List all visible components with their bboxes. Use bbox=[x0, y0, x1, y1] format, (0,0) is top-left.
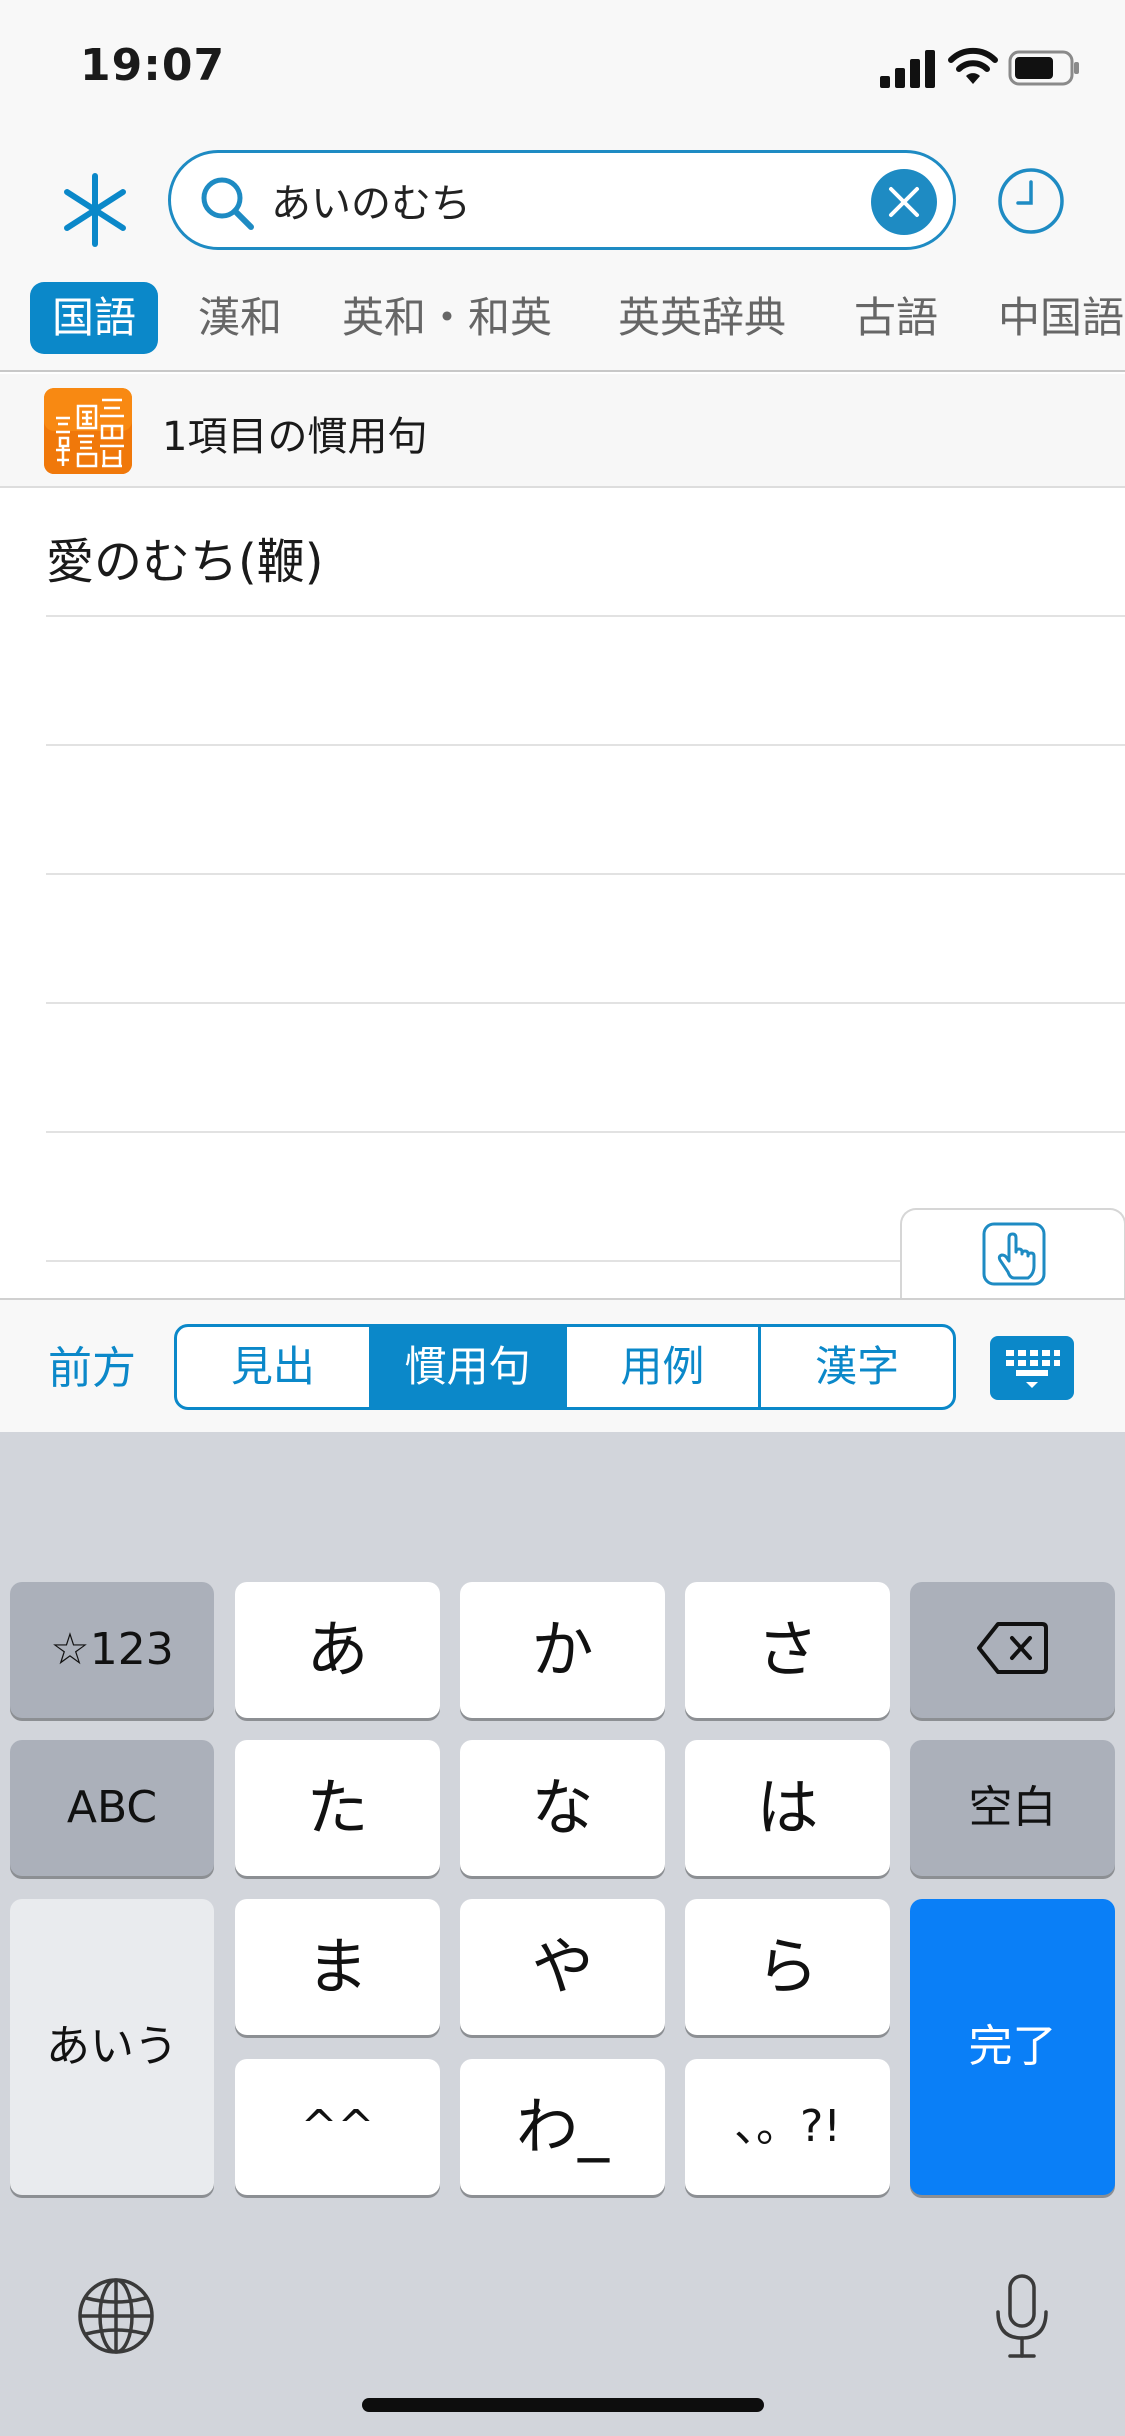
empty-row bbox=[46, 617, 1125, 746]
kana-key-ta[interactable]: た bbox=[235, 1740, 440, 1876]
tab-kogo[interactable]: 古語 bbox=[854, 282, 938, 354]
search-box[interactable] bbox=[168, 150, 956, 250]
empty-row bbox=[46, 875, 1125, 1004]
backspace-key[interactable] bbox=[910, 1582, 1115, 1718]
status-bar: 19:07 bbox=[0, 0, 1125, 130]
done-key[interactable]: 完了 bbox=[910, 1899, 1115, 2195]
backspace-icon bbox=[976, 1622, 1048, 1674]
result-header: 1項目の慣用句 bbox=[0, 374, 1125, 488]
mode-yourei[interactable]: 用例 bbox=[567, 1327, 762, 1407]
tab-kokugo[interactable]: 国語 bbox=[30, 282, 159, 354]
abc-key[interactable]: ABC bbox=[10, 1740, 214, 1876]
status-time: 19:07 bbox=[80, 40, 226, 91]
keyboard-icon bbox=[1006, 1350, 1060, 1388]
tab-kanwa[interactable]: 漢和 bbox=[198, 282, 282, 354]
kana-key-a[interactable]: あ bbox=[235, 1582, 440, 1718]
forward-match-button[interactable]: 前方 bbox=[48, 1332, 136, 1396]
kana-key-na[interactable]: な bbox=[460, 1740, 665, 1876]
result-text: 愛のむち(鞭) bbox=[46, 534, 324, 590]
search-input[interactable] bbox=[271, 167, 831, 233]
cellular-signal-icon bbox=[880, 50, 935, 88]
hand-pointer-icon bbox=[982, 1222, 1046, 1286]
dictionary-tabs: 国語 漢和 英和・和英 英英辞典 古語 中国語 bbox=[0, 270, 1125, 372]
result-list: 愛のむち(鞭) bbox=[0, 488, 1125, 1298]
kana-key-wa[interactable]: わ_ bbox=[460, 2059, 665, 2195]
kana-key-ya[interactable]: や bbox=[460, 1899, 665, 2035]
sanseido-dictionary-logo bbox=[44, 388, 132, 474]
kana-key-modifier[interactable]: ^^ bbox=[235, 2059, 440, 2195]
empty-row bbox=[46, 746, 1125, 875]
empty-row bbox=[46, 1004, 1125, 1133]
asterisk-icon[interactable] bbox=[55, 170, 135, 250]
kana-key-ka[interactable]: か bbox=[460, 1582, 665, 1718]
home-indicator bbox=[362, 2398, 764, 2412]
keyboard-toggle-button[interactable] bbox=[990, 1336, 1074, 1400]
tab-eiei[interactable]: 英英辞典 bbox=[618, 282, 786, 354]
search-header bbox=[0, 130, 1125, 280]
search-icon bbox=[201, 177, 254, 230]
mode-midashi[interactable]: 見出 bbox=[177, 1327, 372, 1407]
kana-key-sa[interactable]: さ bbox=[685, 1582, 890, 1718]
mode-kanji[interactable]: 漢字 bbox=[761, 1327, 953, 1407]
close-icon bbox=[889, 187, 919, 217]
clear-search-button[interactable] bbox=[871, 169, 937, 235]
battery-icon bbox=[1008, 50, 1079, 86]
list-item[interactable]: 愛のむち(鞭) bbox=[46, 488, 1125, 617]
history-clock-icon[interactable] bbox=[996, 166, 1066, 236]
mode-kanyouku[interactable]: 慣用句 bbox=[371, 1327, 567, 1407]
tab-eiwa-waei[interactable]: 英和・和英 bbox=[342, 282, 552, 354]
japanese-kana-keyboard: ☆123 あ か さ ABC た な は 空白 あいう ま や ら 完了 ^^ … bbox=[0, 1432, 1125, 2436]
result-count-label: 1項目の慣用句 bbox=[162, 414, 428, 460]
handwriting-tab[interactable] bbox=[900, 1208, 1125, 1298]
mode-segmented-control: 見出 慣用句 用例 漢字 bbox=[174, 1324, 956, 1410]
wifi-icon bbox=[948, 47, 998, 84]
space-key[interactable]: 空白 bbox=[910, 1740, 1115, 1876]
kana-key-ra[interactable]: ら bbox=[685, 1899, 890, 2035]
microphone-icon[interactable] bbox=[990, 2272, 1054, 2362]
kana-key-ma[interactable]: ま bbox=[235, 1899, 440, 2035]
kana-mode-key[interactable]: あいう bbox=[10, 1899, 214, 2195]
globe-icon[interactable] bbox=[76, 2276, 156, 2356]
symbols-key[interactable]: ☆123 bbox=[10, 1582, 214, 1718]
kana-key-ha[interactable]: は bbox=[685, 1740, 890, 1876]
search-mode-bar: 前方 見出 慣用句 用例 漢字 bbox=[0, 1298, 1125, 1432]
tab-chinese[interactable]: 中国語 bbox=[998, 282, 1124, 354]
punctuation-key[interactable]: 、。?! bbox=[685, 2059, 890, 2195]
